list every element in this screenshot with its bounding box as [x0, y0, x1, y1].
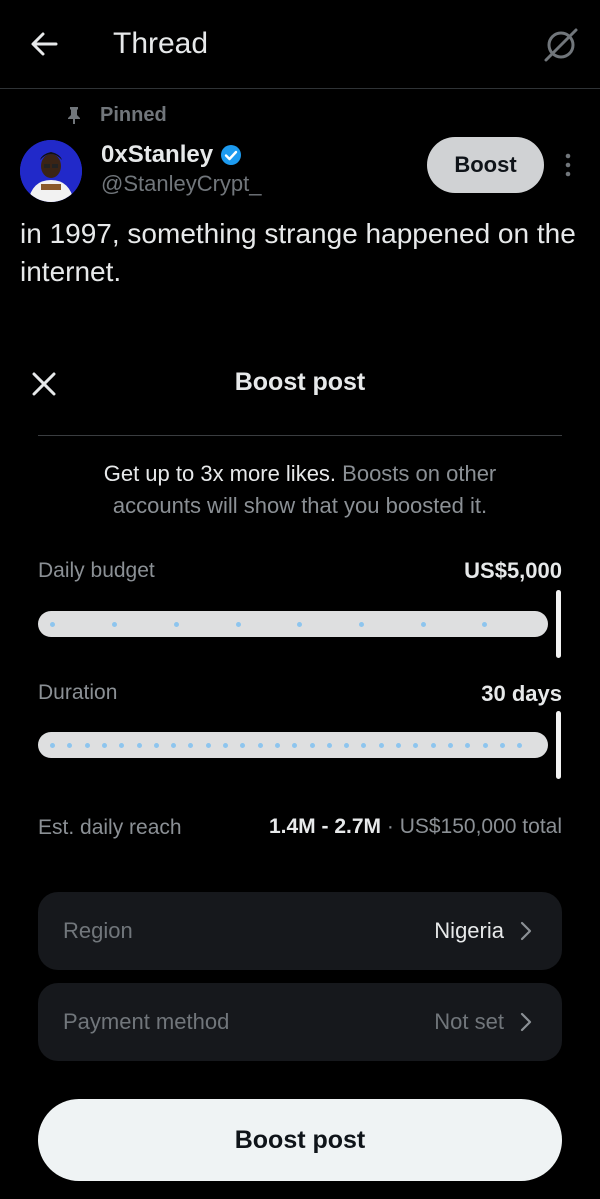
duration-step-dot [326, 743, 332, 748]
duration-step-dot [482, 743, 488, 748]
duration-slider-track[interactable] [38, 732, 548, 758]
duration-step-dot [240, 743, 246, 748]
duration-step-dot [344, 743, 350, 748]
duration-step-dot [257, 743, 263, 748]
more-options-icon[interactable] [562, 152, 574, 178]
reach-separator: · [381, 815, 400, 838]
region-label: Region [63, 918, 133, 943]
region-value: Nigeria [434, 918, 504, 943]
pinned-label: Pinned [100, 104, 167, 126]
display-name[interactable]: 0xStanley [101, 141, 213, 169]
region-row[interactable]: Region Nigeria [38, 892, 562, 970]
divider [38, 435, 562, 436]
duration-step-dot [188, 743, 194, 748]
duration-step-dot [50, 743, 55, 748]
duration-step-dot [101, 743, 107, 748]
budget-step-dot [236, 622, 241, 627]
duration-step-dot [84, 743, 90, 748]
page-title: Thread [113, 27, 209, 60]
duration-step-dot [430, 743, 436, 748]
budget-step-dot [359, 622, 364, 627]
duration-step-dot [274, 743, 280, 748]
duration-step-dot [171, 743, 177, 748]
budget-value: US$5,000 [464, 558, 562, 583]
duration-step-dot [378, 743, 384, 748]
grok-icon[interactable] [542, 26, 580, 64]
pin-icon [68, 107, 80, 124]
duration-step-dot [309, 743, 315, 748]
budget-step-dot [50, 622, 55, 627]
boost-post-button[interactable]: Boost post [38, 1099, 562, 1181]
boost-button[interactable]: Boost [427, 137, 544, 193]
avatar[interactable] [20, 140, 82, 202]
duration-step-dot [153, 743, 159, 748]
verified-badge-icon [221, 145, 241, 165]
duration-step-dot [499, 743, 505, 748]
reach-total: US$150,000 total [399, 815, 562, 838]
arrow-left-icon[interactable] [28, 28, 60, 60]
payment-method-row[interactable]: Payment method Not set [38, 983, 562, 1061]
post-text: in 1997, something strange happened on t… [20, 218, 576, 287]
duration-step-dot [205, 743, 211, 748]
sheet-title: Boost post [234, 368, 366, 396]
duration-step-dot [447, 743, 453, 748]
chevron-right-icon [520, 1012, 532, 1032]
duration-step-dot [396, 743, 401, 748]
duration-step-dot [67, 743, 73, 748]
reach-range: 1.4M - 2.7M [268, 815, 382, 838]
duration-step-dot [119, 743, 125, 748]
duration-step-dot [465, 743, 471, 748]
payment-method-label: Payment method [63, 1009, 230, 1034]
budget-slider-thumb[interactable] [556, 590, 561, 658]
duration-slider-thumb[interactable] [556, 711, 561, 779]
budget-label: Daily budget [38, 559, 155, 582]
top-app-bar [0, 0, 600, 89]
duration-step-dot [292, 743, 298, 748]
duration-step-dot [136, 743, 142, 748]
budget-step-dot [482, 622, 487, 627]
budget-slider-track[interactable] [38, 611, 548, 637]
duration-step-dot [413, 743, 419, 748]
budget-step-dot [297, 622, 302, 627]
reach-estimate: 1.4M - 2.7M · US$150,000 total [269, 815, 562, 839]
duration-value: 30 days [481, 681, 562, 706]
info-highlight: Get up to 3x more likes. [103, 461, 337, 486]
chevron-right-icon [520, 921, 532, 941]
reach-label: Est. daily reach [38, 816, 182, 839]
duration-step-dot [361, 743, 367, 748]
duration-step-dot [223, 743, 228, 748]
budget-step-dot [421, 622, 426, 627]
duration-step-dot [517, 743, 523, 748]
boost-info-text: Get up to 3x more likes. Boosts on other… [60, 458, 540, 522]
user-handle[interactable]: @StanleyCrypt_ [101, 171, 262, 197]
payment-method-value: Not set [434, 1009, 504, 1034]
budget-step-dot [174, 622, 179, 627]
duration-label: Duration [38, 681, 118, 704]
budget-step-dot [112, 622, 117, 627]
